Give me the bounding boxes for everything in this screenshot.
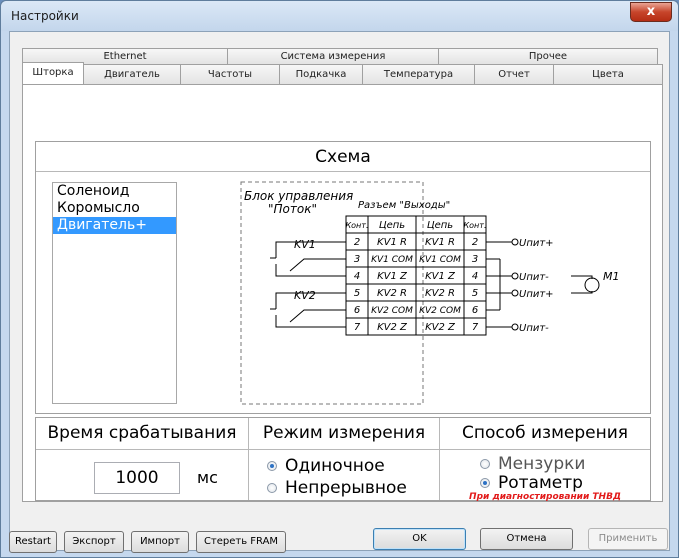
tab-shutter[interactable]: Шторка (22, 62, 84, 84)
mode-single-radio[interactable]: Одиночное (267, 456, 385, 476)
row-cell: KV2 R (425, 288, 455, 299)
row-cell: 6 (472, 305, 478, 316)
close-button[interactable]: x (630, 2, 672, 22)
cancel-button[interactable]: Отмена (480, 528, 573, 550)
row-cell: KV2 Z (425, 322, 456, 333)
row-cell: 7 (472, 322, 479, 333)
import-button[interactable]: Импорт (131, 531, 189, 553)
method-rotameter-radio[interactable]: Ротаметр (480, 473, 583, 493)
window-title: Настройки (11, 9, 79, 23)
row-cell: 3 (354, 254, 360, 265)
row-cell: KV1 COM (371, 255, 413, 265)
row-cell: KV2 Z (377, 322, 408, 333)
radio-selected-icon (267, 461, 277, 471)
terminal-label: Uпит- (519, 272, 549, 283)
tab-priming[interactable]: Подкачка (279, 64, 363, 84)
tab-temperature[interactable]: Температура (362, 64, 475, 84)
settings-window: Настройки x Ethernet Система измерения П… (0, 0, 679, 558)
tab-engine[interactable]: Двигатель (83, 64, 181, 84)
row-cell: 3 (472, 254, 478, 265)
tab-frequencies[interactable]: Частоты (180, 64, 280, 84)
schema-group: Схема Соленоид Коромысло Двигатель+ Блок… (35, 141, 651, 414)
measurement-method-column: Способ измерения Мензурки Ротаметр При д… (440, 418, 650, 502)
row-cell: 2 (472, 237, 478, 248)
row-cell: KV1 R (425, 237, 455, 248)
export-button[interactable]: Экспорт (64, 531, 124, 553)
row-cell: 5 (472, 288, 478, 299)
tab-colors[interactable]: Цвета (553, 64, 663, 84)
measurement-settings: Время срабатывания 1000 мс Режим измерен… (35, 417, 651, 502)
row-cell: 2 (354, 237, 360, 248)
measurement-method-header: Способ измерения (440, 418, 650, 450)
col-header-circuit-left: Цепь (379, 220, 405, 231)
response-time-input[interactable]: 1000 (94, 462, 180, 494)
tab-row-bottom: Шторка Двигатель Частоты Подкачка Темпер… (22, 62, 663, 84)
method-rotameter-label: Ротаметр (498, 473, 583, 493)
apply-button[interactable]: Применить (588, 528, 668, 550)
response-time-unit: мс (197, 468, 218, 487)
close-icon: x (646, 4, 656, 19)
row-cell: 4 (354, 271, 360, 282)
terminal-labels: Uпит+ Uпит- Uпит+ Uпит- M1 (519, 238, 620, 334)
col-header-circuit-right: Цепь (427, 220, 453, 231)
col-header-contact-right: Конт. (463, 221, 486, 230)
connector-label: Разъем "Выходы" (358, 200, 450, 211)
col-header-contact-left: Конт. (345, 221, 368, 230)
motor-label: M1 (603, 270, 620, 283)
device-item-motor[interactable]: Двигатель+ (53, 217, 176, 234)
mode-continuous-radio[interactable]: Непрерывное (267, 478, 407, 498)
erase-fram-button[interactable]: Стереть FRAM (196, 531, 286, 553)
row-cell: KV1 R (377, 237, 407, 248)
row-cell: KV1 Z (377, 271, 408, 282)
device-item-solenoid[interactable]: Соленоид (53, 183, 176, 200)
mode-continuous-label: Непрерывное (285, 478, 407, 498)
radio-unselected-icon (267, 483, 277, 493)
row-cell: KV2 COM (419, 306, 461, 316)
row-cell: KV2 COM (371, 306, 413, 316)
radio-selected-icon (480, 478, 490, 488)
tab-report[interactable]: Отчет (474, 64, 554, 84)
relay-kv1-label: KV1 (294, 238, 316, 251)
tab-other[interactable]: Прочее (438, 48, 658, 64)
title-bar[interactable]: Настройки x (1, 1, 678, 31)
device-list[interactable]: Соленоид Коромысло Двигатель+ (52, 182, 177, 404)
response-time-header: Время срабатывания (36, 418, 248, 450)
ok-button[interactable]: OK (373, 528, 466, 550)
rotameter-note: При диагностировании ТНВД (469, 492, 621, 502)
connector-table-grid (345, 215, 487, 336)
row-cell: 6 (354, 305, 360, 316)
output-wiring (486, 238, 600, 331)
terminal-label: Uпит- (519, 323, 549, 334)
device-item-rocker[interactable]: Коромысло (53, 200, 176, 217)
block-label-line1: Блок управления (244, 189, 353, 203)
row-cell: KV1 COM (419, 255, 461, 265)
row-cell: 7 (354, 322, 361, 333)
response-time-column: Время срабатывания 1000 мс (36, 418, 249, 500)
method-beakers-label: Мензурки (498, 454, 586, 474)
restart-button[interactable]: Restart (9, 531, 57, 553)
relay-kv2-label: KV2 (294, 289, 316, 302)
schema-title: Схема (36, 142, 650, 172)
row-cell: 5 (354, 288, 360, 299)
tab-panel-shutter: Схема Соленоид Коромысло Двигатель+ Блок… (22, 84, 663, 502)
terminal-label: Uпит+ (519, 238, 554, 249)
radio-unselected-icon (480, 459, 490, 469)
method-beakers-radio[interactable]: Мензурки (480, 454, 585, 474)
measurement-mode-header: Режим измерения (249, 418, 439, 450)
measurement-mode-column: Режим измерения Одиночное Непрерывное (249, 418, 440, 500)
row-cell: 4 (472, 271, 478, 282)
tab-measurement-system[interactable]: Система измерения (227, 48, 439, 64)
dialog-client: Ethernet Система измерения Прочее Шторка… (9, 31, 670, 553)
tab-row-top: Ethernet Система измерения Прочее (22, 48, 658, 64)
row-cell: KV2 R (377, 288, 407, 299)
terminal-label: Uпит+ (519, 289, 554, 300)
wiring-diagram: Блок управления "Поток" Разъем "Выходы" (240, 181, 620, 405)
mode-single-label: Одиночное (285, 456, 385, 476)
block-label-line2: "Поток" (268, 202, 317, 216)
row-cell: KV1 Z (425, 271, 456, 282)
